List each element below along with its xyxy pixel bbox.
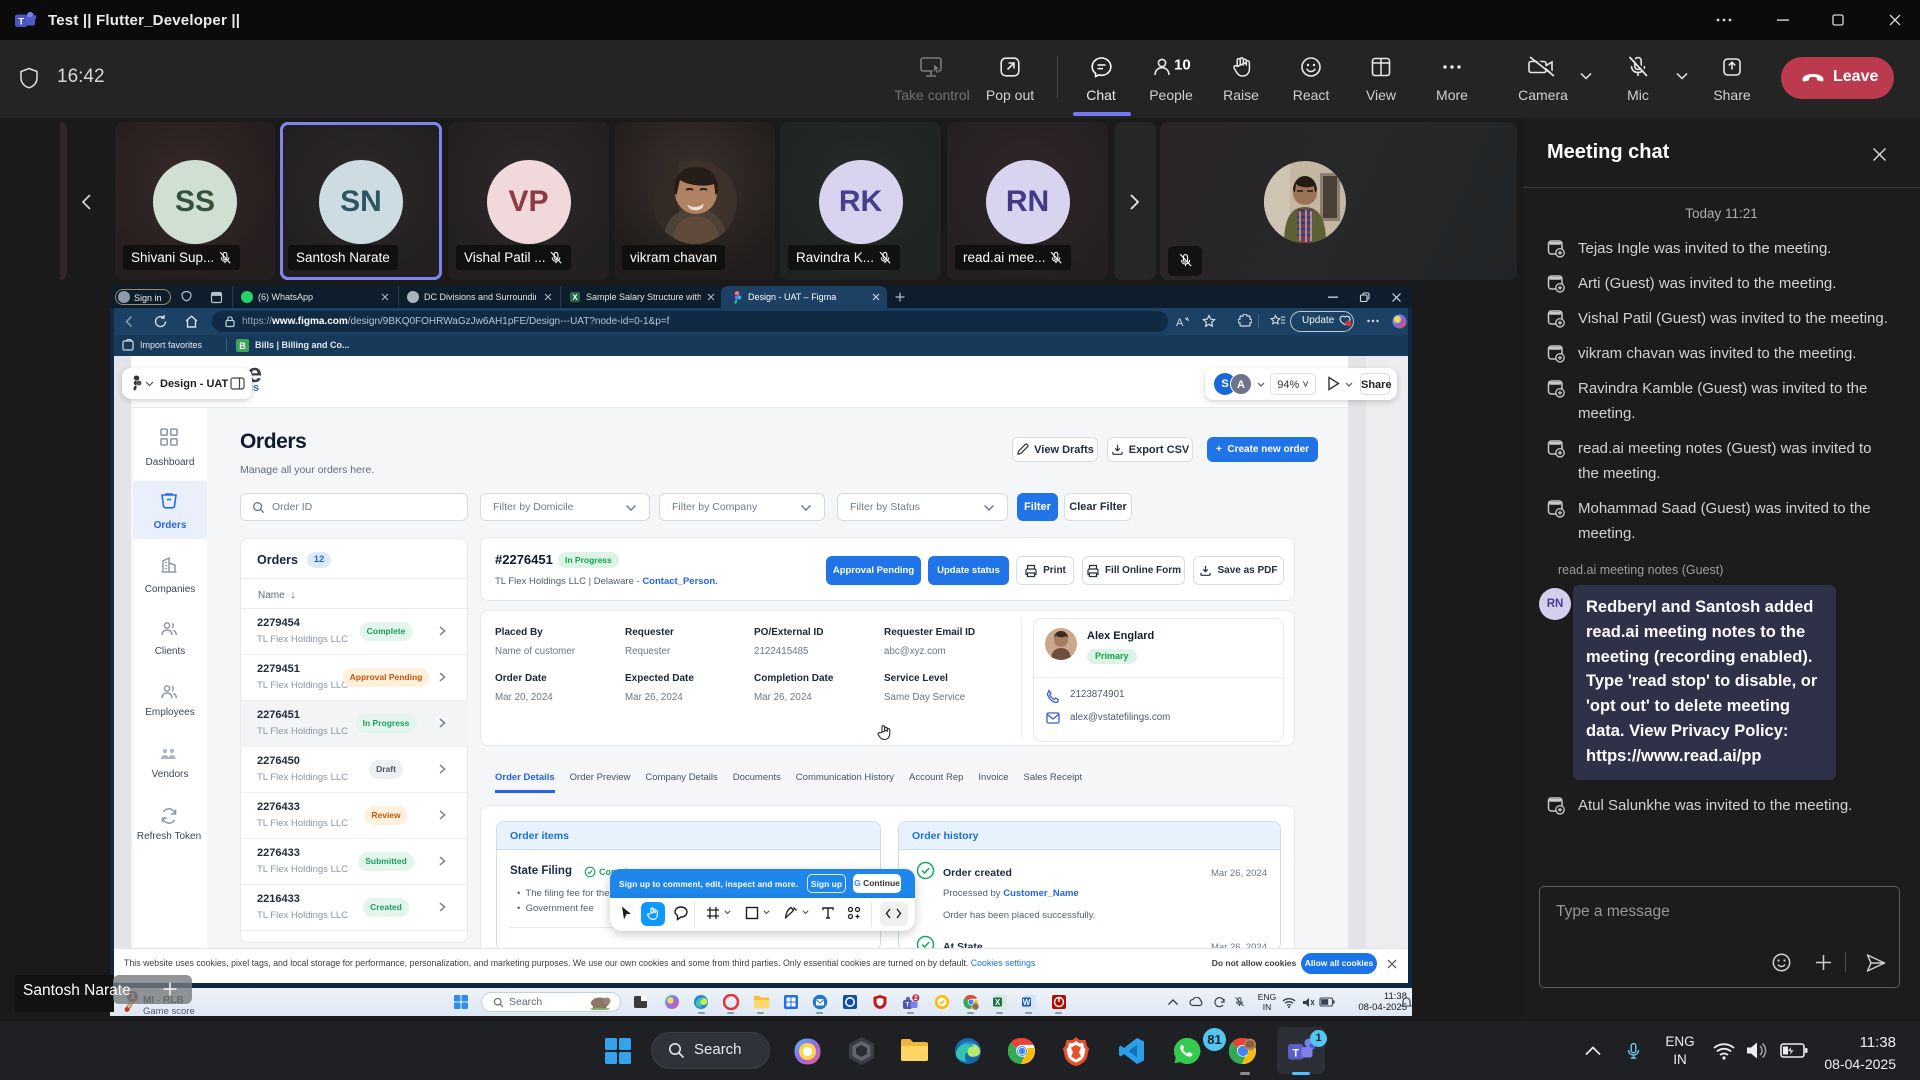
svg-text:T: T [18, 17, 24, 28]
svg-text:X: X [572, 293, 578, 302]
svg-text:W: W [1023, 998, 1031, 1007]
svg-text:T: T [1292, 1047, 1299, 1059]
svg-text:B: B [239, 341, 246, 351]
svg-text:T: T [906, 1002, 910, 1009]
svg-text:2: 2 [914, 995, 918, 1002]
svg-text:10: 10 [1174, 57, 1191, 74]
svg-text:A: A [1176, 317, 1184, 328]
svg-text:X: X [995, 998, 1001, 1007]
